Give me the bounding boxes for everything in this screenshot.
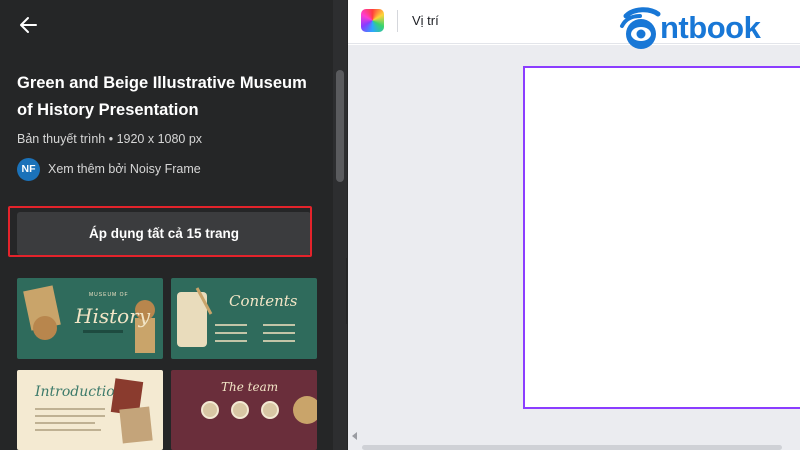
scroll-illustration <box>177 287 213 347</box>
design-canvas[interactable] <box>523 66 800 409</box>
horizontal-scroll-thumb[interactable] <box>362 445 782 450</box>
back-arrow-icon <box>20 17 37 33</box>
statue-illustration <box>293 396 317 424</box>
thumbnail-title: History <box>75 304 151 328</box>
position-button[interactable]: Vị trí <box>412 13 439 28</box>
template-title: Green and Beige Illustrative Museum of H… <box>17 74 307 119</box>
template-thumbnail[interactable]: Contents <box>171 278 317 359</box>
template-meta: Bản thuyết trình • 1920 x 1080 px <box>17 132 203 146</box>
toolbar-divider <box>397 10 398 32</box>
author-row[interactable]: NF Xem thêm bởi Noisy Frame <box>17 157 201 181</box>
back-button[interactable] <box>16 12 42 38</box>
template-thumbnail[interactable]: The team <box>171 370 317 450</box>
portrait-illustration <box>110 378 153 444</box>
horizontal-scrollbar[interactable] <box>348 428 800 442</box>
author-link[interactable]: Xem thêm bởi Noisy Frame <box>48 162 201 176</box>
eye-logo-icon <box>620 7 661 49</box>
color-palette-icon[interactable] <box>361 9 384 32</box>
logo-text: ntbook <box>660 10 761 45</box>
thumbnail-subtitle: MUSEUM OF <box>89 292 129 298</box>
author-avatar: NF <box>17 157 40 181</box>
thumbnail-title: Contents <box>229 292 298 310</box>
template-panel: Green and Beige Illustrative Museum of H… <box>0 0 348 450</box>
ntbook-logo: ntbook <box>616 4 798 54</box>
template-thumbnail[interactable]: MUSEUM OF History <box>17 278 163 359</box>
scroll-left-icon[interactable] <box>352 432 358 440</box>
apply-all-pages-button[interactable]: Áp dụng tất cả 15 trang <box>17 212 311 255</box>
scroll-thumb[interactable] <box>336 70 344 182</box>
panel-scrollbar[interactable] <box>333 0 347 450</box>
template-thumbnail[interactable]: Introduction <box>17 370 163 450</box>
